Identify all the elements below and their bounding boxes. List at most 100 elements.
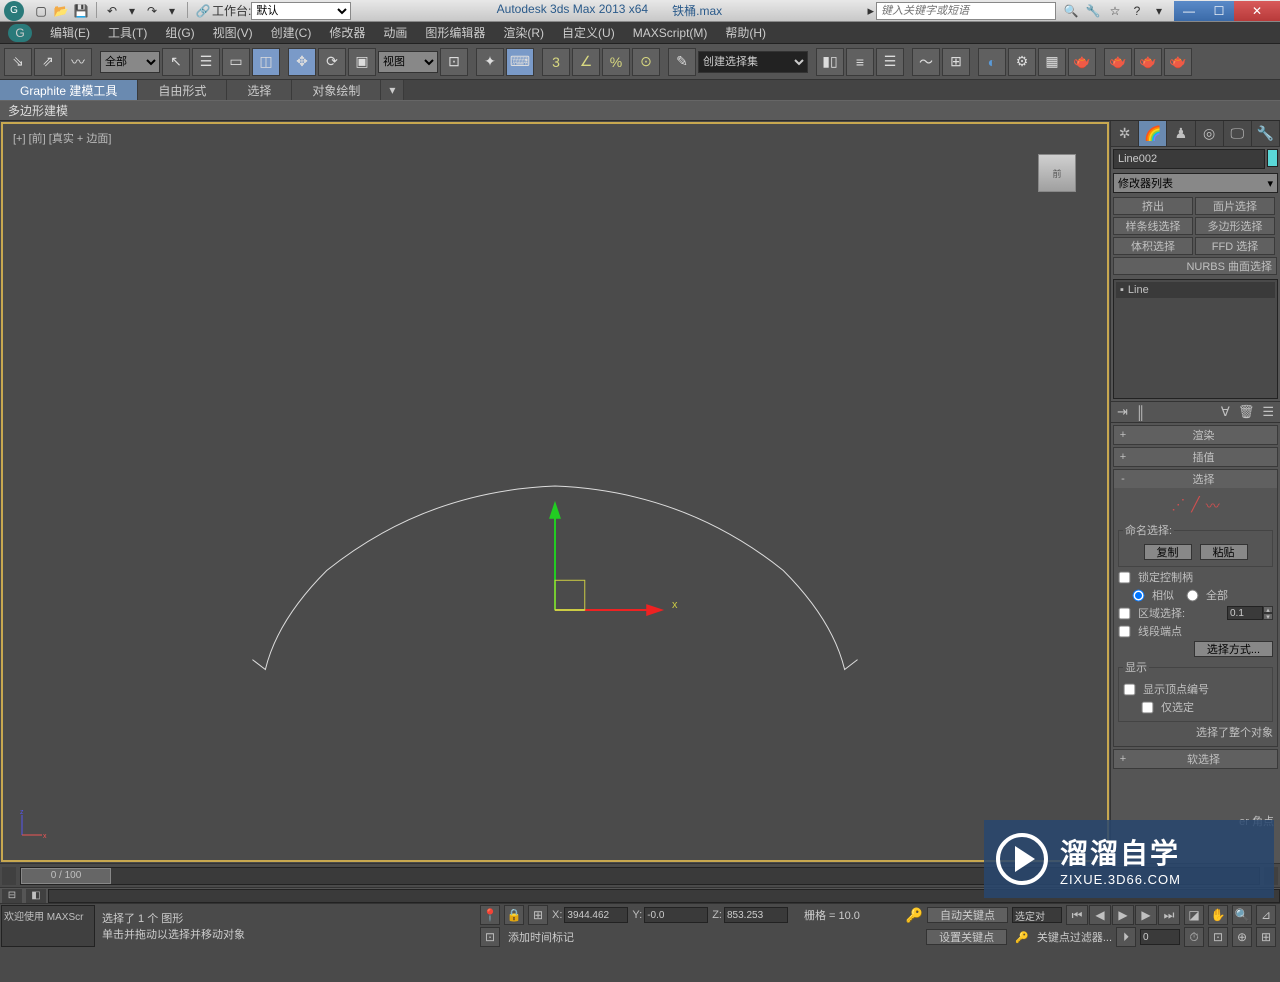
zoom-button[interactable]: 🔍: [1232, 905, 1252, 925]
rollout-interp[interactable]: +插值: [1114, 448, 1277, 466]
redo-icon[interactable]: ↷: [143, 2, 161, 20]
lock-button[interactable]: 🔒: [504, 905, 524, 925]
redo-drop-icon[interactable]: ▾: [163, 2, 181, 20]
move-button[interactable]: ✥: [288, 48, 316, 76]
mod-btn-nurbs[interactable]: NURBS 曲面选择: [1113, 257, 1277, 275]
stack-item-line[interactable]: ▪ Line: [1116, 282, 1275, 298]
comm-icon[interactable]: 🔧: [1084, 2, 1102, 20]
new-icon[interactable]: ▢: [32, 2, 50, 20]
y-coord-input[interactable]: [644, 907, 708, 923]
add-time-tag[interactable]: 添加时间标记: [508, 929, 574, 945]
menu-anim[interactable]: 动画: [383, 24, 407, 41]
next-frame-button[interactable]: ▶: [1135, 905, 1157, 925]
cmd-tab-utilities[interactable]: 🔧: [1252, 121, 1280, 146]
menu-edit[interactable]: 编辑(E): [50, 24, 90, 41]
mod-btn-extrude[interactable]: 挤出: [1113, 197, 1193, 215]
similar-radio[interactable]: [1133, 589, 1145, 601]
time-config-button[interactable]: ⏱: [1184, 927, 1204, 947]
menu-group[interactable]: 组(G): [165, 24, 194, 41]
track-mini-icon[interactable]: ⊟: [2, 889, 22, 903]
area-value-input[interactable]: [1227, 606, 1263, 620]
configure-icon[interactable]: ☰: [1262, 404, 1274, 420]
remove-mod-icon[interactable]: 🗑: [1238, 404, 1255, 420]
ribbon-tab-freeform[interactable]: 自由形式: [138, 80, 227, 100]
edit-named-sel-button[interactable]: ✎: [668, 48, 696, 76]
cmd-tab-create[interactable]: ✲: [1111, 121, 1139, 146]
render-button[interactable]: 🫖: [1068, 48, 1096, 76]
make-unique-icon[interactable]: ∀: [1221, 404, 1230, 420]
maximize-button[interactable]: ☐: [1204, 1, 1234, 21]
app-menu-icon[interactable]: G: [8, 24, 32, 42]
auto-key-button[interactable]: 自动关键点: [927, 907, 1008, 923]
ribbon-tab-graphite[interactable]: Graphite 建模工具: [0, 80, 138, 100]
spinner-snap-button[interactable]: ⊙: [632, 48, 660, 76]
menu-tools[interactable]: 工具(T): [108, 24, 147, 41]
render-iter-button[interactable]: 🫖: [1134, 48, 1162, 76]
all-radio[interactable]: [1187, 589, 1199, 601]
select-rect-button[interactable]: ▭: [222, 48, 250, 76]
lock-handle-check[interactable]: [1119, 571, 1131, 583]
menu-graph[interactable]: 图形编辑器: [425, 24, 485, 41]
viewport-front[interactable]: [+] [前] [真实 + 边面] 前 x zx: [1, 122, 1109, 862]
paste-button[interactable]: 粘贴: [1200, 544, 1248, 560]
rotate-button[interactable]: ⟳: [318, 48, 346, 76]
prev-frame-button[interactable]: ◀: [1089, 905, 1111, 925]
minimize-button[interactable]: —: [1174, 1, 1204, 21]
area-sel-check[interactable]: [1119, 607, 1131, 619]
scale-button[interactable]: ▣: [348, 48, 376, 76]
angle-snap-button[interactable]: ∠: [572, 48, 600, 76]
percent-snap-button[interactable]: %: [602, 48, 630, 76]
star-icon[interactable]: ☆: [1106, 2, 1124, 20]
cmd-tab-modify[interactable]: 🌈: [1139, 121, 1167, 146]
comm-center-button[interactable]: ⊡: [480, 927, 500, 947]
time-slider-handle[interactable]: 0 / 100: [21, 868, 111, 884]
mod-btn-vol-sel[interactable]: 体积选择: [1113, 237, 1193, 255]
cmd-tab-hierarchy[interactable]: ♟: [1167, 121, 1195, 146]
named-selection-set[interactable]: 创建选择集: [698, 51, 808, 73]
goto-start-button[interactable]: ⏮: [1066, 905, 1088, 925]
only-sel-check[interactable]: [1142, 701, 1154, 713]
render-frame-button[interactable]: ▦: [1038, 48, 1066, 76]
area-up[interactable]: ▴: [1263, 606, 1273, 613]
area-down[interactable]: ▾: [1263, 613, 1273, 620]
key-filter-icon[interactable]: 🔑: [1015, 931, 1029, 944]
selection-filter[interactable]: 全部: [100, 51, 160, 73]
menu-view[interactable]: 视图(V): [213, 24, 253, 41]
rollout-render[interactable]: +渲染: [1114, 426, 1277, 444]
maxscript-listener[interactable]: 欢迎使用 MAXScr: [1, 905, 95, 947]
link-button[interactable]: ⇘: [4, 48, 32, 76]
render-prod-button[interactable]: 🫖: [1104, 48, 1132, 76]
menu-create[interactable]: 创建(C): [271, 24, 312, 41]
menu-help[interactable]: 帮助(H): [725, 24, 766, 41]
play-button[interactable]: ▶: [1112, 905, 1134, 925]
key-target-input[interactable]: [1012, 907, 1062, 923]
curve-editor-button[interactable]: 〜: [912, 48, 940, 76]
set-key-button[interactable]: 设置关键点: [926, 929, 1007, 945]
show-vnum-check[interactable]: [1124, 683, 1136, 695]
object-name-input[interactable]: [1113, 149, 1265, 169]
object-color-swatch[interactable]: [1267, 149, 1278, 167]
pivot-button[interactable]: ⊡: [440, 48, 468, 76]
pan-button[interactable]: ✋: [1208, 905, 1228, 925]
modifier-list-dropdown[interactable]: 修改器列表▾: [1113, 173, 1278, 193]
help-icon[interactable]: ?: [1128, 2, 1146, 20]
mod-btn-spline-sel[interactable]: 样条线选择: [1113, 217, 1193, 235]
help-drop-icon[interactable]: ▾: [1150, 2, 1168, 20]
menu-render[interactable]: 渲染(R): [503, 24, 544, 41]
modifier-stack[interactable]: ▪ Line: [1113, 279, 1278, 399]
undo-drop-icon[interactable]: ▾: [123, 2, 141, 20]
select-object-button[interactable]: ↖: [162, 48, 190, 76]
z-coord-input[interactable]: [724, 907, 788, 923]
render-active-button[interactable]: 🫖: [1164, 48, 1192, 76]
lock-selection-button[interactable]: 📍: [480, 905, 500, 925]
ribbon-expand-icon[interactable]: ▾: [381, 80, 404, 100]
ribbon-poly-model[interactable]: 多边形建模: [8, 102, 68, 119]
close-button[interactable]: ✕: [1234, 1, 1280, 21]
copy-button[interactable]: 复制: [1144, 544, 1192, 560]
bind-button[interactable]: 〰: [64, 48, 92, 76]
timeline-toggle[interactable]: [2, 867, 16, 885]
menu-custom[interactable]: 自定义(U): [562, 24, 615, 41]
mod-btn-face-sel[interactable]: 面片选择: [1195, 197, 1275, 215]
schematic-button[interactable]: ⊞: [942, 48, 970, 76]
mirror-button[interactable]: ▮▯: [816, 48, 844, 76]
